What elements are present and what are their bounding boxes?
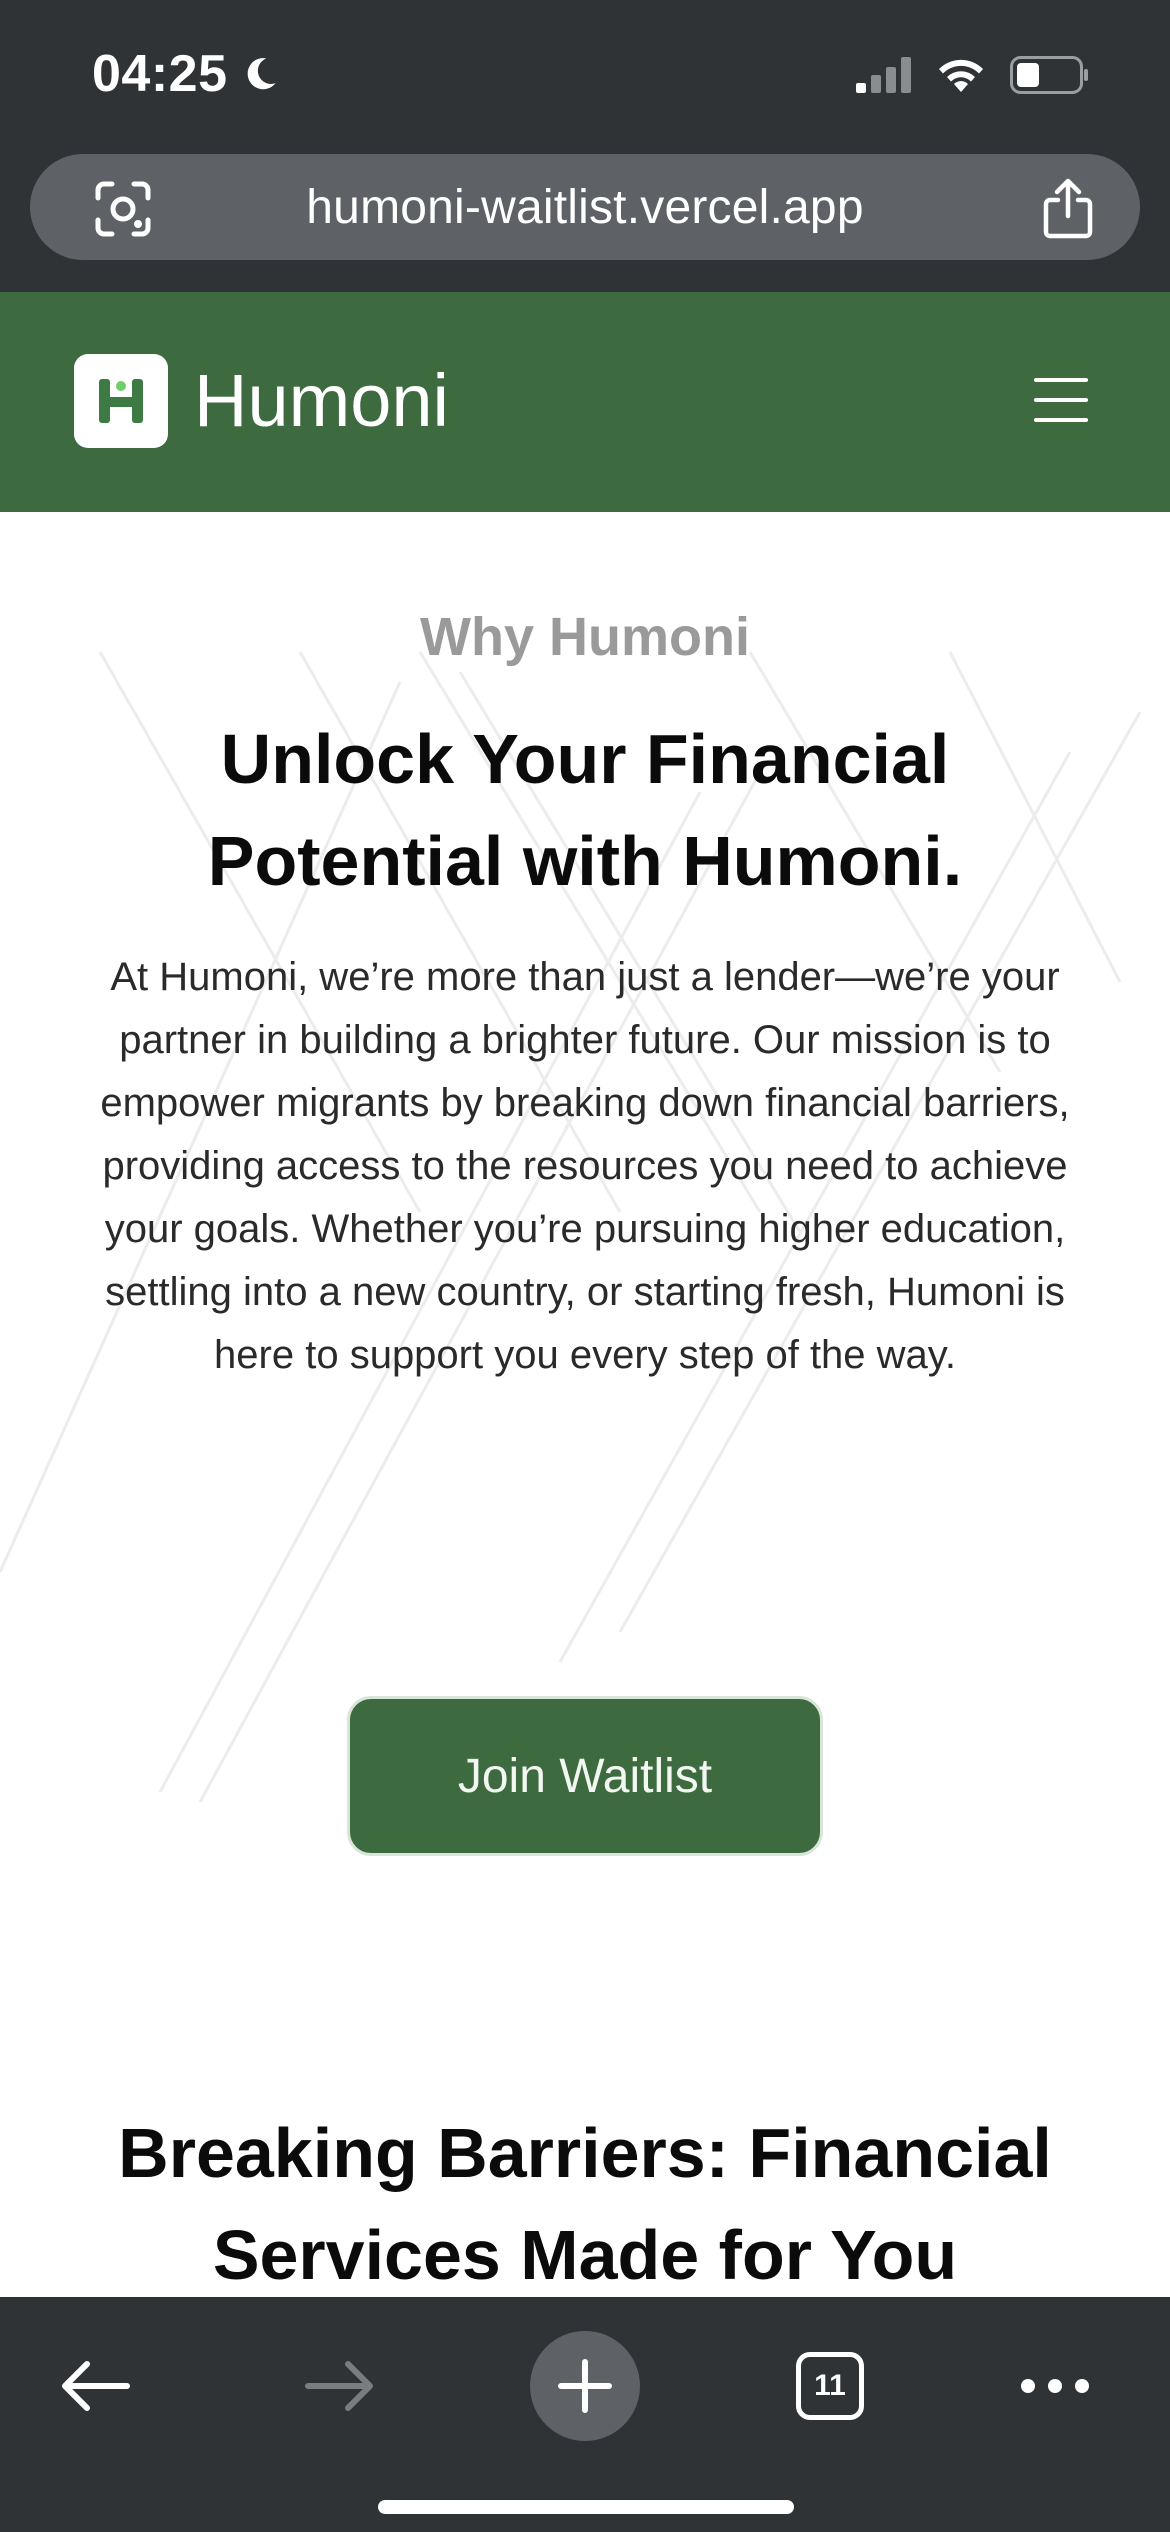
status-time: 04:25 [92,44,282,104]
join-waitlist-button[interactable]: Join Waitlist [347,1696,823,1856]
battery-icon [1010,56,1088,94]
new-tab-button[interactable] [530,2331,640,2441]
browser-top-bar: 04:25 humoni-waitlist.vercel.app [0,0,1170,292]
back-arrow-icon [62,2361,130,2411]
home-indicator [378,2500,794,2514]
url-text[interactable]: humoni-waitlist.vercel.app [306,180,863,235]
site-header: Humoni [0,292,1170,512]
humoni-logo[interactable] [74,354,168,448]
address-bar[interactable]: humoni-waitlist.vercel.app [30,154,1140,260]
status-time-text: 04:25 [92,45,228,103]
section-eyebrow: Why Humoni [420,607,750,667]
logo-mark-icon [99,379,143,423]
hamburger-menu-icon[interactable] [1032,374,1090,426]
browser-toolbar: 11 [0,2297,1170,2532]
back-button[interactable] [40,2331,150,2441]
cellular-signal-icon [856,57,911,93]
visual-lookup-icon[interactable] [94,180,152,238]
more-icon [1021,2379,1089,2393]
main-content: Why Humoni Unlock Your Financial Potenti… [0,512,1170,2297]
tabs-icon: 11 [796,2352,864,2420]
wifi-icon [939,59,983,92]
hero-description: At Humoni, we’re more than just a lender… [100,955,1070,1377]
section-title: Breaking Barriers: Financial Services Ma… [118,2114,1052,2294]
tabs-button[interactable]: 11 [775,2331,885,2441]
screen: 04:25 humoni-waitlist.vercel.app Humoni … [0,0,1170,2532]
plus-icon [558,2359,612,2413]
moon-icon [247,58,276,90]
hero-headline: Unlock Your Financial Potential with Hum… [207,720,963,900]
forward-arrow-icon [305,2361,373,2411]
brand-name[interactable]: Humoni [194,354,449,448]
status-icons [856,56,1090,94]
forward-button[interactable] [285,2331,395,2441]
more-button[interactable] [1000,2331,1110,2441]
share-icon[interactable] [1038,176,1098,240]
